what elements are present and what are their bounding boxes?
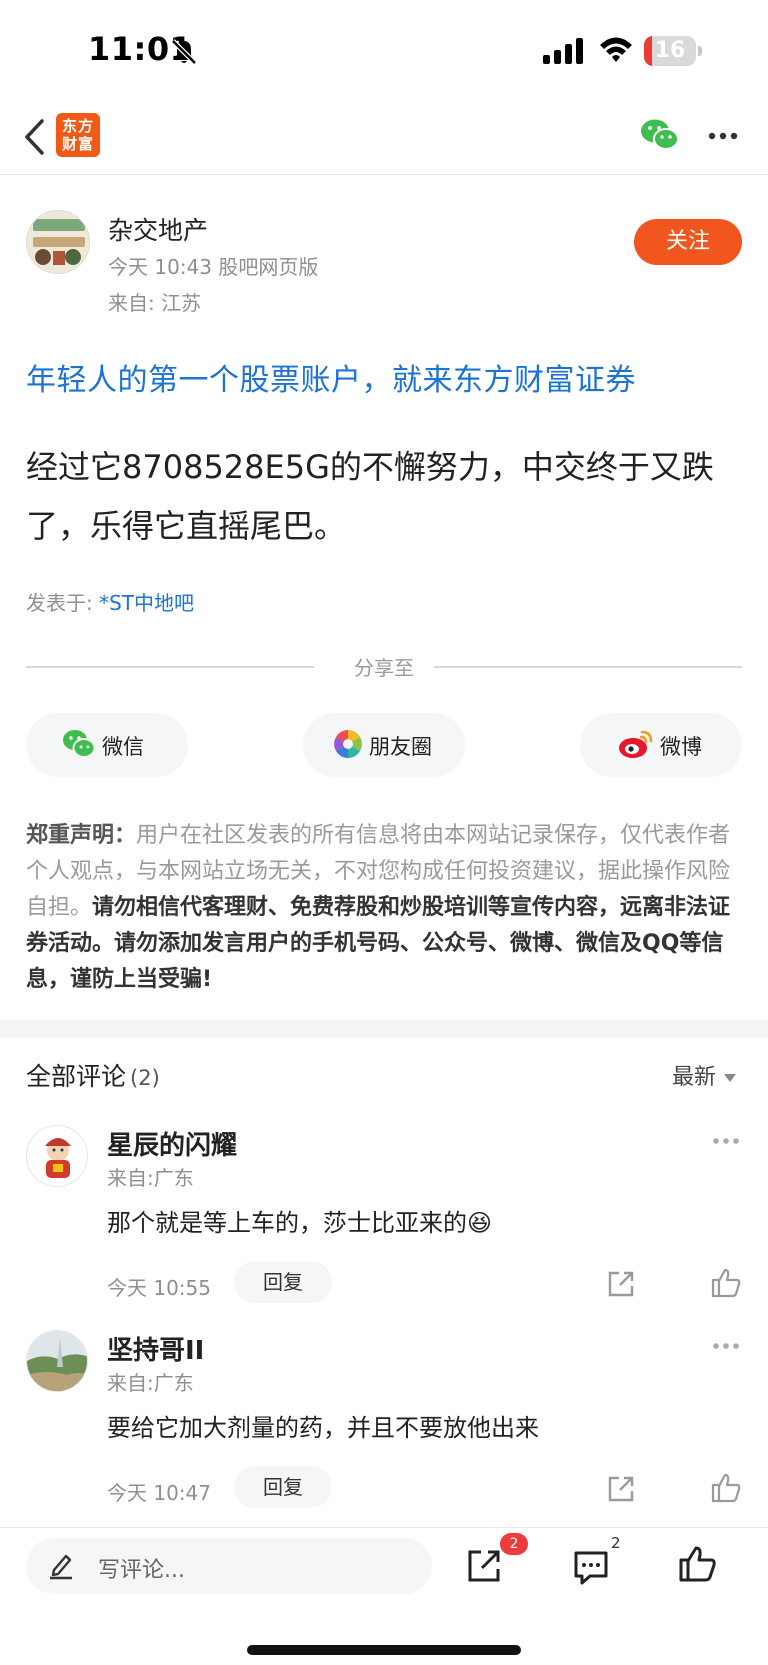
wechat-icon	[63, 730, 96, 758]
follow-button[interactable]: 关注	[634, 219, 742, 265]
status-bar: 11:01 16	[0, 0, 768, 100]
posted-in: 发表于: *ST中地吧	[26, 587, 194, 616]
wechat-icon[interactable]	[640, 118, 680, 152]
comment-input-placeholder: 写评论...	[98, 1558, 185, 1583]
disclaimer-warning: 请勿相信代客理财、免费荐股和炒股培训等宣传内容，远离非法证券活动。请勿添加发言用…	[26, 895, 731, 992]
comment-count: 2	[611, 1534, 621, 1552]
home-indicator	[247, 1645, 521, 1655]
post-time: 今天 10:43 股吧网页版	[108, 255, 319, 279]
wifi-icon	[600, 37, 632, 62]
post-content: 经过它8708528E5G的不懈努力，中交终于又跌了，乐得它直摇尾巴。	[26, 448, 714, 545]
battery-level: 16	[654, 38, 686, 63]
sort-select[interactable]: 最新	[672, 1059, 737, 1091]
disclaimer: 郑重声明：用户在社区发表的所有信息将由本网站记录保存，仅代表作者个人观点，与本网…	[26, 818, 742, 998]
comment-icon[interactable]	[572, 1548, 610, 1586]
comment-item: 星辰的闪耀 来自:广东 那个就是等上车的，莎士比亚来的😆 今天 10:55 回复	[0, 1125, 768, 1325]
weibo-icon	[619, 730, 653, 758]
share-icon[interactable]	[466, 1548, 502, 1584]
comment-text: 要给它加大剂量的药，并且不要放他出来	[107, 1414, 539, 1442]
post-location: 来自: 江苏	[108, 291, 202, 315]
bell-slash-icon	[171, 39, 197, 65]
pen-icon	[50, 1554, 72, 1580]
comment-author[interactable]: 星辰的闪耀	[107, 1125, 237, 1162]
more-icon[interactable]	[712, 1342, 740, 1350]
share-wechat-label: 微信	[102, 735, 144, 759]
caret-down-icon	[724, 1074, 737, 1082]
comment-time: 今天 10:55	[107, 1276, 211, 1300]
comment-time: 今天 10:47	[107, 1481, 211, 1505]
comments-title: 全部评论	[26, 1062, 127, 1091]
share-badge: 2	[500, 1533, 528, 1555]
more-icon[interactable]	[708, 132, 738, 140]
signal-icon	[543, 38, 583, 64]
battery-indicator: 16	[644, 36, 702, 66]
share-label: 分享至	[354, 656, 414, 680]
section-divider	[0, 1020, 768, 1038]
more-icon[interactable]	[712, 1137, 740, 1145]
nav-bar: 东方 财富	[0, 100, 768, 175]
disclaimer-title: 郑重声明：	[26, 823, 137, 848]
app-logo[interactable]: 东方 财富	[56, 113, 100, 157]
comment-input[interactable]: 写评论...	[26, 1538, 432, 1594]
sort-label: 最新	[672, 1065, 717, 1090]
bottom-bar: 写评论... 2 2	[0, 1527, 768, 1665]
comments-count: (2)	[130, 1066, 160, 1090]
bar-link[interactable]: *ST中地吧	[99, 591, 194, 615]
back-icon[interactable]	[22, 118, 46, 156]
author-name[interactable]: 杂交地产	[108, 211, 208, 247]
comment-avatar[interactable]	[26, 1330, 88, 1392]
share-icon[interactable]	[606, 1269, 636, 1299]
comments-header: 全部评论 (2)	[26, 1057, 160, 1093]
share-icon[interactable]	[606, 1474, 636, 1504]
reply-button[interactable]: 回复	[234, 1466, 332, 1508]
reply-button[interactable]: 回复	[234, 1261, 332, 1303]
comment-text: 那个就是等上车的，莎士比亚来的😆	[107, 1203, 492, 1238]
comment-body: 那个就是等上车的，莎士比亚来的	[107, 1209, 467, 1237]
comment-item: 坚持哥II 来自:广东 要给它加大剂量的药，并且不要放他出来 今天 10:47 …	[0, 1330, 768, 1530]
share-weibo-label: 微博	[660, 735, 702, 759]
share-divider: 分享至	[26, 650, 742, 680]
logo-line-1: 东方	[61, 117, 94, 135]
share-moments-button[interactable]: 朋友圈	[303, 713, 465, 777]
comment-location: 来自:广东	[107, 1166, 194, 1190]
like-icon[interactable]	[710, 1267, 742, 1299]
like-icon[interactable]	[678, 1545, 716, 1583]
comment-author[interactable]: 坚持哥II	[107, 1330, 204, 1367]
comment-location: 来自:广东	[107, 1371, 194, 1395]
share-moments-label: 朋友圈	[369, 735, 432, 759]
logo-line-2: 财富	[61, 135, 94, 153]
comment-avatar[interactable]	[26, 1125, 88, 1187]
laughing-emoji: 😆	[467, 1209, 493, 1237]
like-icon[interactable]	[710, 1472, 742, 1504]
moments-icon	[334, 730, 362, 758]
ad-link[interactable]: 年轻人的第一个股票账户，就来东方财富证券	[26, 355, 636, 399]
posted-in-label: 发表于:	[26, 591, 100, 615]
share-weibo-button[interactable]: 微博	[580, 713, 742, 777]
share-wechat-button[interactable]: 微信	[26, 713, 188, 777]
author-avatar[interactable]	[26, 210, 90, 274]
